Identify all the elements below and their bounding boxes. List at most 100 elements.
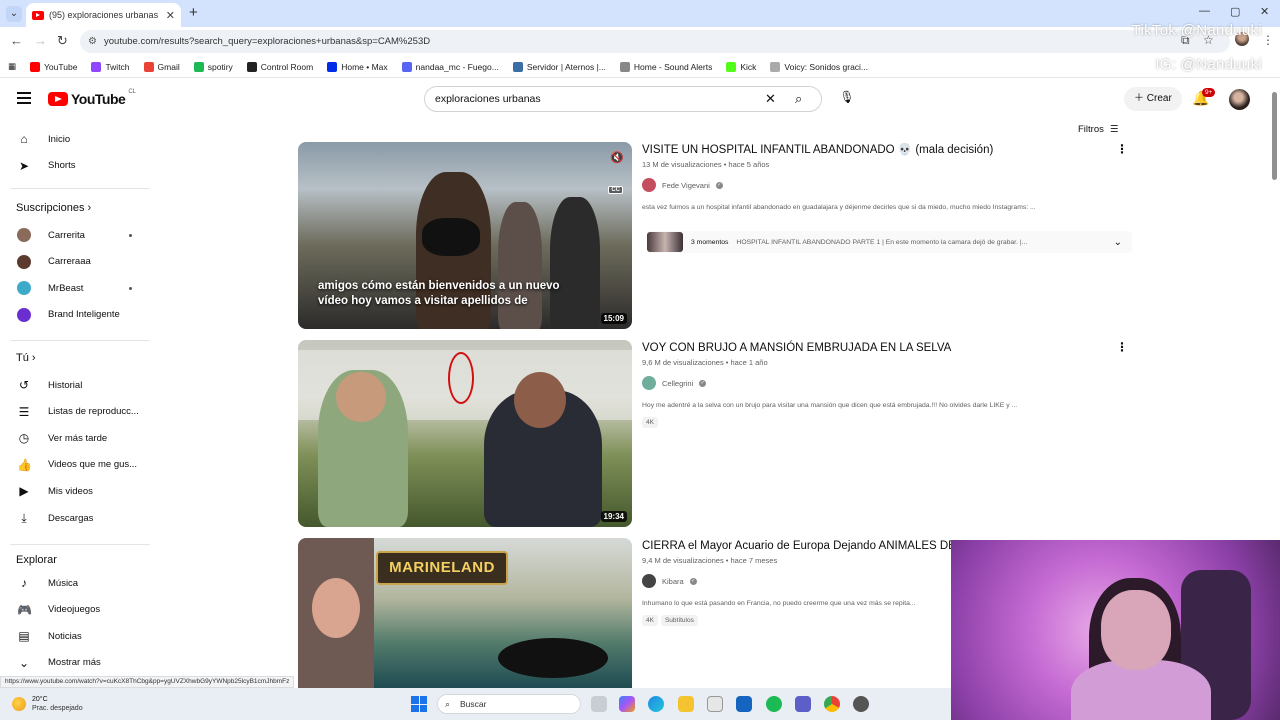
account-avatar[interactable]	[1229, 89, 1250, 110]
key-moments-row[interactable]: 3 momentos HOSPITAL INFANTIL ABANDONADO …	[647, 231, 1132, 253]
taskbar-search-label: Buscar	[460, 699, 487, 709]
channel-avatar[interactable]	[642, 376, 656, 390]
channel-avatar[interactable]	[642, 574, 656, 588]
sidebar-item[interactable]: 🎮 Videojuegos	[0, 597, 152, 623]
sidebar-item[interactable]: ▤ Noticias	[0, 623, 152, 649]
back-button[interactable]: ←	[10, 33, 23, 48]
address-bar-url: youtube.com/results?search_query=explora…	[104, 36, 431, 47]
window-close-button[interactable]: ✕	[1260, 5, 1269, 18]
sidebar-item[interactable]: MrBeast	[0, 275, 152, 301]
bookmark-item[interactable]: Kick	[726, 61, 757, 72]
sidebar-item[interactable]: ⌄ Mostrar más	[0, 650, 152, 676]
bookmark-item[interactable]: YouTube	[30, 61, 77, 72]
search-input[interactable]: exploraciones urbanas ✕ ⌕	[424, 86, 822, 112]
teams-icon[interactable]	[795, 696, 811, 712]
sidebar-item-label: Historial	[48, 379, 83, 391]
apps-grid-icon[interactable]: ▦	[8, 61, 16, 72]
sidebar-item[interactable]: ▶ Mis videos	[0, 478, 152, 504]
chrome-icon[interactable]	[824, 696, 840, 712]
task-view-icon[interactable]	[591, 696, 607, 712]
bookmark-label: Kick	[740, 61, 757, 72]
address-bar[interactable]: ⚙ youtube.com/results?search_query=explo…	[80, 30, 1230, 53]
youtube-logo[interactable]: YouTube CL	[48, 89, 136, 107]
weather-widget[interactable]: 20°C Prac. despejado	[12, 695, 83, 713]
voice-search-icon[interactable]: 🎙	[838, 90, 856, 108]
forward-button[interactable]: →	[34, 33, 47, 48]
you-heading[interactable]: Tú ›	[16, 352, 36, 364]
thumb-mask	[422, 218, 480, 256]
sidebar-item[interactable]: ⌂ Inicio	[0, 126, 152, 152]
bookmark-item[interactable]: Voicy: Sonidos graci...	[770, 61, 868, 72]
explore-heading[interactable]: Explorar	[16, 554, 57, 566]
channel-name[interactable]: Cellegrini	[662, 379, 693, 388]
spotify-icon[interactable]	[766, 696, 782, 712]
sidebar-item[interactable]: 👍 Videos que me gus...	[0, 452, 152, 478]
clear-search-icon[interactable]: ✕	[765, 87, 776, 111]
sidebar-item[interactable]: ♪ Música	[0, 570, 152, 596]
store-icon[interactable]	[707, 696, 723, 712]
channel-avatar[interactable]	[642, 178, 656, 192]
subtitles-icon[interactable]: CC	[608, 186, 623, 194]
mute-icon[interactable]: 🔇	[610, 151, 624, 164]
video-title[interactable]: VISITE UN HOSPITAL INFANTIL ABANDONADO 💀…	[642, 142, 1122, 159]
channel-name[interactable]: Fede Vigevani	[662, 181, 710, 190]
more-options-icon[interactable]: ⋮	[1116, 340, 1128, 354]
guide-menu-icon[interactable]	[17, 92, 31, 104]
youtube-header: YouTube CL exploraciones urbanas ✕ ⌕ 🎙 ＋…	[0, 80, 1270, 120]
video-thumbnail[interactable]: 19:34	[298, 340, 632, 527]
bookmark-item[interactable]: Twitch	[91, 61, 130, 72]
video-duration: 15:09	[600, 313, 627, 324]
bookmark-item[interactable]: Servidor | Aternos |...	[512, 61, 606, 72]
expand-chevron-icon[interactable]: ⌄	[1114, 237, 1122, 248]
taskbar-search-input[interactable]: ⌕ Buscar	[437, 694, 581, 714]
sidebar-item[interactable]: ◷ Ver más tarde	[0, 425, 152, 451]
sidebar-item[interactable]: ➤ Shorts	[0, 153, 152, 179]
sidebar-item-label: Shorts	[48, 160, 76, 171]
sidebar-item-label: Música	[48, 577, 79, 589]
sidebar-item[interactable]: Carrerita	[0, 222, 152, 248]
channel-row[interactable]: Fede Vigevani ✓	[642, 178, 1122, 192]
file-explorer-icon[interactable]	[678, 696, 694, 712]
obs-icon[interactable]	[853, 696, 869, 712]
downloads-icon: ⤓	[21, 510, 27, 525]
video-title[interactable]: VOY CON BRUJO A MANSIÓN EMBRUJADA EN LA …	[642, 340, 1122, 357]
reload-button[interactable]: ↻	[57, 33, 68, 49]
search-icon[interactable]: ⌕	[795, 87, 802, 111]
page-scrollbar[interactable]	[1272, 92, 1277, 180]
bookmark-item[interactable]: nandaa_mc - Fuego...	[401, 61, 499, 72]
tab-close-icon[interactable]: ✕	[166, 9, 175, 22]
more-options-icon[interactable]: ⋮	[1116, 142, 1128, 156]
sidebar-item[interactable]: Carreraaa	[0, 249, 152, 275]
sidebar-item[interactable]: Brand Inteligente	[0, 302, 152, 328]
bookmark-favicon-icon	[401, 61, 412, 72]
create-button[interactable]: ＋ Crear	[1124, 87, 1182, 111]
subscriptions-heading[interactable]: Suscripciones ›	[16, 202, 91, 214]
bookmark-item[interactable]: spotiry	[193, 61, 233, 72]
windows-start-icon[interactable]	[411, 696, 427, 712]
filters-button[interactable]: Filtros ☰	[1078, 124, 1118, 135]
browser-menu-icon[interactable]: ⋮	[1262, 33, 1274, 47]
minimize-button[interactable]: —	[1199, 5, 1210, 17]
video-thumbnail[interactable]: 🔇 CC amigos cómo están bienvenidos a un …	[298, 142, 632, 329]
sidebar-item[interactable]: ↺ Historial	[0, 372, 152, 398]
bookmark-item[interactable]: Home - Sound Alerts	[619, 61, 712, 72]
bookmark-label: Twitch	[105, 61, 130, 72]
maximize-button[interactable]: ▢	[1230, 5, 1240, 18]
video-thumbnail[interactable]: MARINELAND	[298, 538, 632, 688]
edge-browser-icon[interactable]	[648, 696, 664, 712]
bookmark-item[interactable]: Control Room	[246, 61, 313, 72]
channel-name[interactable]: Kibara	[662, 577, 684, 586]
tab-search-button[interactable]: ⌄	[6, 6, 22, 22]
site-info-icon[interactable]: ⚙	[88, 30, 97, 53]
copilot-icon[interactable]	[619, 696, 635, 712]
bookmark-item[interactable]: Home • Max	[327, 61, 388, 72]
browser-tab-youtube[interactable]: (95) exploraciones urbanas - Yo ✕	[26, 3, 181, 27]
video-result[interactable]: 19:34 VOY CON BRUJO A MANSIÓN EMBRUJADA …	[298, 340, 1132, 528]
sidebar-item[interactable]: ☰ Listas de reproducc...	[0, 399, 152, 425]
mail-icon[interactable]	[736, 696, 752, 712]
bookmark-item[interactable]: Gmail	[143, 61, 180, 72]
new-tab-button[interactable]: +	[189, 4, 198, 21]
video-result[interactable]: 🔇 CC amigos cómo están bienvenidos a un …	[298, 142, 1132, 330]
channel-row[interactable]: Cellegrini ✓	[642, 376, 1122, 390]
sidebar-item[interactable]: ⤓ Descargas	[0, 505, 152, 531]
